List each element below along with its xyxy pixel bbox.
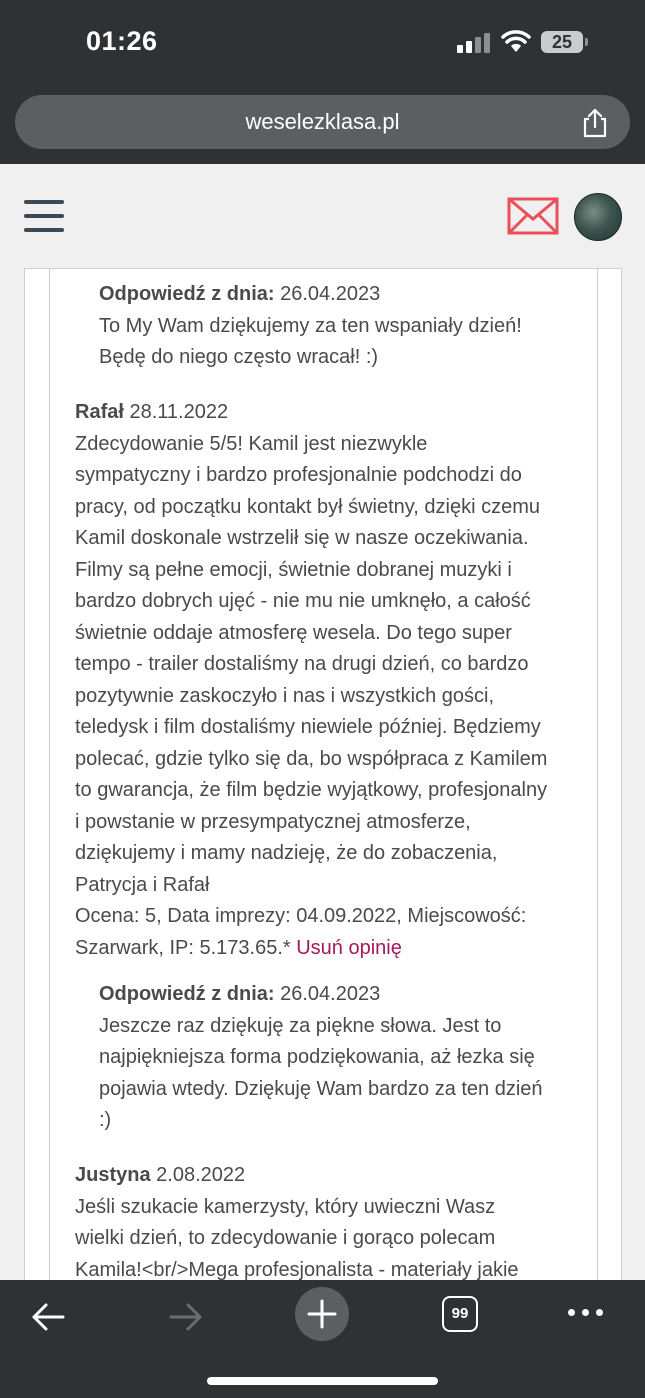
review-line: tempo - trailer dostaliśmy na drugi dzie… (75, 653, 529, 675)
browser-chrome: weselezklasa.pl (0, 90, 645, 164)
reply-line: Jeszcze raz dziękuję za piękne słowa. Je… (99, 1014, 502, 1037)
review-header: Rafał 28.11.2022 (75, 397, 585, 429)
review-meta: Ocena: 5, Data imprezy: 04.09.2022, Miej… (75, 905, 527, 927)
review-line: to gwarancja, że film będzie wyjątkowy, … (75, 779, 548, 801)
review-line: Kamila!<br/>Mega profesjonalista - mater… (75, 1258, 519, 1281)
review-line: i powstanie w przesympatycznej atmosferz… (75, 810, 471, 833)
reply-line: Będę do niego często wracał! :) (99, 346, 379, 368)
review-author: Rafał (75, 401, 124, 423)
plus-icon (307, 1299, 337, 1329)
avatar[interactable] (574, 193, 622, 241)
reply-date: 26.04.2023 (274, 283, 381, 305)
review-date: 28.11.2022 (123, 401, 229, 423)
hamburger-icon[interactable] (24, 200, 66, 234)
review-line: Patrycja i Rafał (75, 873, 210, 896)
reply-header: Odpowiedź z dnia: 26.04.2023 (99, 979, 579, 1011)
reply-label: Odpowiedź z dnia: (99, 983, 275, 1005)
review-line: teledysk i film dostaliśmy niewiele późn… (75, 716, 541, 738)
reviews-list: Odpowiedź z dnia: 26.04.2023 To My Wam d… (49, 269, 598, 1281)
share-icon[interactable] (580, 107, 610, 139)
reply-date: 26.04.2023 (274, 983, 381, 1005)
review-2: Justyna 2.08.2022 Jeśli szukacie kamerzy… (75, 1160, 585, 1281)
reply-line: pojawia wtedy. Dziękuję Wam bardzo za te… (99, 1077, 543, 1100)
review-meta-tail: Szarwark, IP: 5.173.65.* Usuń opinię (75, 933, 585, 965)
wifi-icon (501, 30, 531, 52)
new-tab-button[interactable] (295, 1287, 349, 1341)
review-1: Rafał 28.11.2022 Zdecydowanie 5/5! Kamil… (75, 397, 585, 964)
more-icon[interactable] (568, 1306, 604, 1320)
mail-icon[interactable] (507, 197, 559, 235)
reply-line: :) (99, 1109, 112, 1131)
address-bar[interactable]: weselezklasa.pl (15, 95, 630, 149)
review-line: Jeśli szukacie kamerzysty, który uwieczn… (75, 1195, 496, 1218)
home-indicator (207, 1377, 438, 1385)
reply-header: Odpowiedź z dnia: 26.04.2023 (99, 279, 579, 311)
review-line: wielki dzień, to zdecydowanie i gorąco p… (75, 1227, 496, 1249)
review-line: sympatyczny i bardzo profesjonalnie podc… (75, 464, 522, 486)
review-line: pracy, od początku kontakt był świetny, … (75, 495, 541, 518)
reply-label: Odpowiedź z dnia: (99, 283, 275, 305)
review-line: Zdecydowanie 5/5! Kamil jest niezwykle (75, 432, 428, 455)
browser-toolbar: 99 (0, 1280, 645, 1398)
review-line: bardzo dobrych ujęć - nie mu nie umknęło… (75, 590, 531, 612)
reviews-panel: Odpowiedź z dnia: 26.04.2023 To My Wam d… (24, 268, 622, 1281)
review-line: Filmy są pełne emocji, świetnie dobranej… (75, 558, 512, 581)
review-line: pozytywnie zaskoczyło i nas i wszystkich… (75, 684, 495, 707)
url-text[interactable]: weselezklasa.pl (15, 109, 630, 135)
review-line: Kamil doskonale wstrzelił się w nasze oc… (75, 527, 529, 549)
review-line: polecać, gdzie tylko się da, bo współpra… (75, 747, 548, 770)
tabs-count-button[interactable]: 99 (442, 1296, 478, 1332)
review-ip: Szarwark, IP: 5.173.65.* (75, 936, 297, 959)
reply-line: najpiękniejsza forma podziękowania, aż ł… (99, 1046, 535, 1068)
reply-line: To My Wam dziękujemy za ten wspaniały dz… (99, 314, 522, 337)
battery-indicator: 25 (541, 31, 583, 53)
signal-icon (457, 33, 491, 53)
forward-arrow-icon[interactable] (168, 1302, 204, 1332)
back-arrow-icon[interactable] (30, 1302, 66, 1332)
site-header (0, 164, 645, 268)
review-line: dziękujemy i mamy nadzieję, że do zobacz… (75, 842, 498, 864)
delete-review-link[interactable]: Usuń opinię (296, 937, 402, 959)
status-bar: 01:26 25 (0, 0, 645, 90)
review-line: świetnie oddaje atmosferę wesela. Do teg… (75, 621, 512, 644)
review-author: Justyna (75, 1164, 151, 1186)
reply-2: Odpowiedź z dnia: 26.04.2023 Jeszcze raz… (99, 979, 579, 1137)
status-time: 01:26 (86, 26, 158, 56)
battery-tip (585, 38, 588, 46)
reply-1: Odpowiedź z dnia: 26.04.2023 To My Wam d… (99, 279, 579, 374)
review-header: Justyna 2.08.2022 (75, 1160, 585, 1192)
review-date: 2.08.2022 (150, 1164, 246, 1186)
